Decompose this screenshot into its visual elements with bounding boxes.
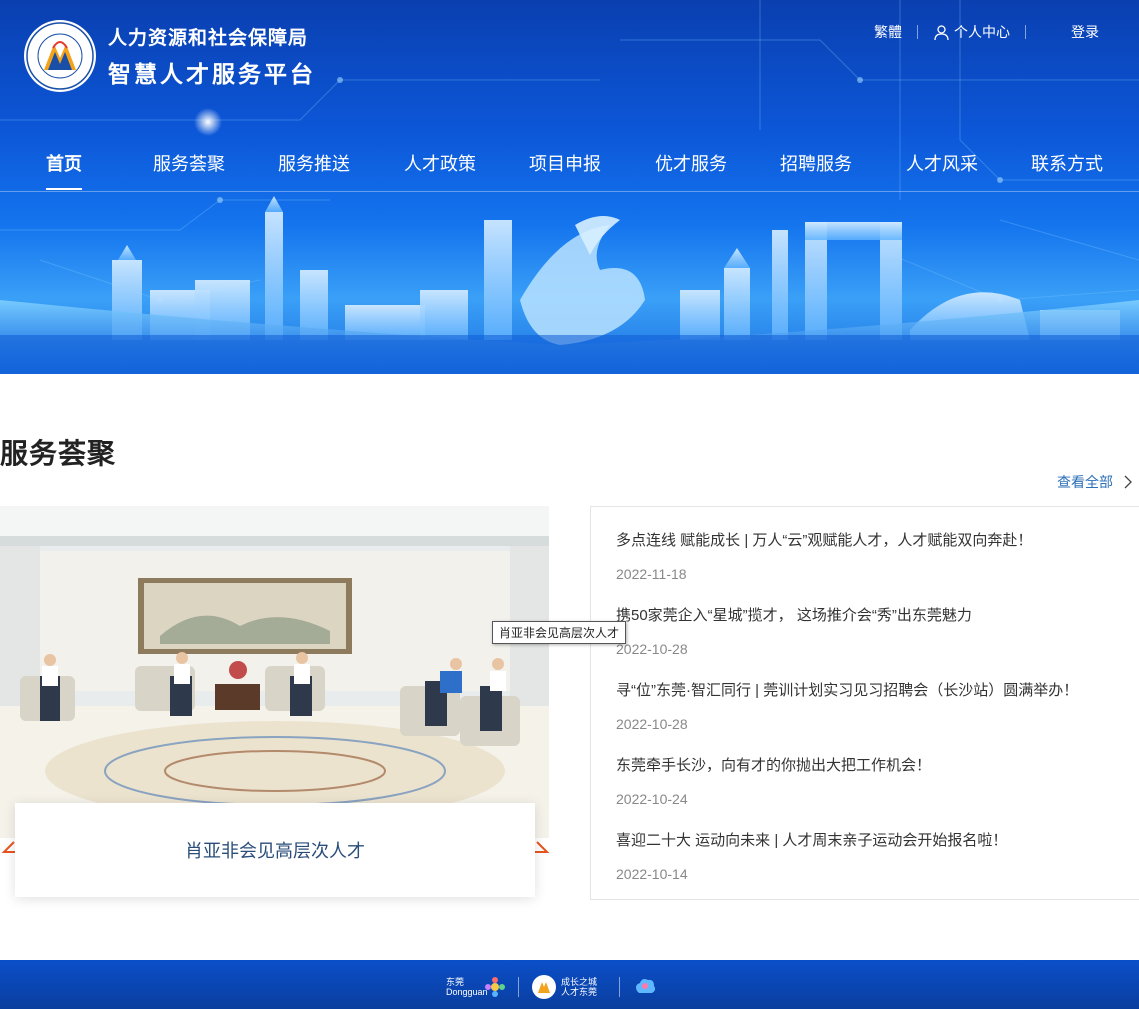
news-title: 喜迎二十大 运动向未来 | 人才周末亲子运动会开始报名啦！	[616, 832, 1008, 849]
nav-item-home[interactable]: 首页	[46, 150, 82, 190]
top-links: 繁體 个人中心 登录	[874, 22, 1099, 42]
divider	[1025, 25, 1026, 39]
news-title: 携50家莞企入“星城”揽才， 这场推介会“秀”出东莞魅力	[616, 607, 972, 624]
meeting-room-image	[0, 506, 549, 838]
dongguan-city-logo[interactable]: 东莞 Dongguan	[446, 976, 506, 998]
list-item[interactable]: 携50家莞企入“星城”揽才， 这场推介会“秀”出东莞魅力 2022-10-28	[616, 604, 1126, 657]
chevron-right-icon	[1124, 475, 1132, 489]
login-link[interactable]: 登录	[1071, 22, 1099, 42]
news-date: 2022-10-28	[616, 716, 688, 732]
nav-item-talent-showcase[interactable]: 人才风采	[906, 150, 978, 176]
dongguan-logo-text: 东莞 Dongguan	[446, 977, 488, 997]
news-title: 东莞牵手长沙，向有才的你抛出大把工作机会！	[616, 757, 932, 774]
featured-photo[interactable]	[0, 506, 549, 838]
list-item[interactable]: 东莞牵手长沙，向有才的你抛出大把工作机会！ 2022-10-24	[616, 754, 1126, 807]
main-nav: 首页 服务荟聚 服务推送 人才政策 项目申报 优才服务 招聘服务 人才风采 联系…	[0, 142, 1139, 192]
list-item[interactable]: 多点连线 赋能成长 | 万人“云”观赋能人才，人才赋能双向奔赴！ 2022-11…	[616, 529, 1126, 582]
list-item[interactable]: 喜迎二十大 运动向未来 | 人才周末亲子运动会开始报名啦！ 2022-10-14	[616, 829, 1126, 882]
list-item[interactable]: 寻“位”东莞·智汇同行 | 莞训计划实习见习招聘会（长沙站）圆满举办！ 2022…	[616, 679, 1126, 732]
nav-item-project-application[interactable]: 项目申报	[529, 150, 601, 176]
divider	[518, 977, 519, 997]
nav-item-recruitment[interactable]: 招聘服务	[780, 150, 852, 176]
page: 人力资源和社会保障局 智慧人才服务平台 繁體 个人中心 登录 首页 服务荟聚 服…	[0, 0, 1139, 1009]
tooltip: 肖亚非会见高层次人才	[492, 621, 627, 644]
news-date: 2022-10-14	[616, 866, 688, 882]
user-icon	[934, 24, 949, 40]
footer-logos: 东莞 Dongguan 成长之城 人才东莞	[446, 974, 658, 1000]
news-list: 多点连线 赋能成长 | 万人“云”观赋能人才，人才赋能双向奔赴！ 2022-11…	[590, 506, 1139, 900]
news-title: 寻“位”东莞·智汇同行 | 莞训计划实习见习招聘会（长沙站）圆满举办！	[616, 682, 1079, 699]
nav-item-talent-policy[interactable]: 人才政策	[404, 150, 476, 176]
nav-item-service-push[interactable]: 服务推送	[278, 150, 350, 176]
news-date: 2022-10-28	[616, 641, 688, 657]
featured-caption: 肖亚非会见高层次人才	[185, 841, 365, 861]
divider	[619, 977, 620, 997]
cloud-mascot-icon[interactable]	[632, 975, 658, 999]
featured-caption-card[interactable]: 肖亚非会见高层次人才	[15, 803, 535, 897]
section-title: 服务荟聚	[0, 438, 117, 469]
platform-name: 智慧人才服务平台	[108, 61, 316, 87]
personal-center-link[interactable]: 个人中心	[933, 22, 1010, 42]
talent-dongguan-logo[interactable]: 成长之城 人才东莞	[531, 974, 607, 1000]
divider	[917, 25, 918, 39]
traditional-chinese-link[interactable]: 繁體	[874, 22, 902, 42]
news-date: 2022-11-18	[616, 566, 687, 582]
nav-item-service-hub[interactable]: 服务荟聚	[153, 150, 225, 176]
nav-item-contact[interactable]: 联系方式	[1031, 150, 1103, 176]
footer: 东莞 Dongguan 成长之城 人才东莞	[0, 960, 1139, 1009]
personal-center-label: 个人中心	[954, 24, 1010, 40]
talent-logo-text: 成长之城 人才东莞	[561, 977, 598, 997]
emblem-icon	[24, 20, 96, 92]
site-logo[interactable]: 人力资源和社会保障局 智慧人才服务平台	[22, 18, 316, 94]
org-name: 人力资源和社会保障局	[108, 28, 309, 49]
view-all-label: 查看全部	[1057, 474, 1113, 490]
emblem-icon	[532, 975, 556, 999]
news-date: 2022-10-24	[616, 791, 688, 807]
view-all-link[interactable]: 查看全部	[1057, 472, 1135, 492]
nav-item-talent-services[interactable]: 优才服务	[655, 150, 727, 176]
news-title: 多点连线 赋能成长 | 万人“云”观赋能人才，人才赋能双向奔赴！	[616, 532, 1033, 549]
flower-icon	[485, 977, 505, 997]
header-banner: 人力资源和社会保障局 智慧人才服务平台 繁體 个人中心 登录 首页 服务荟聚 服…	[0, 0, 1139, 374]
